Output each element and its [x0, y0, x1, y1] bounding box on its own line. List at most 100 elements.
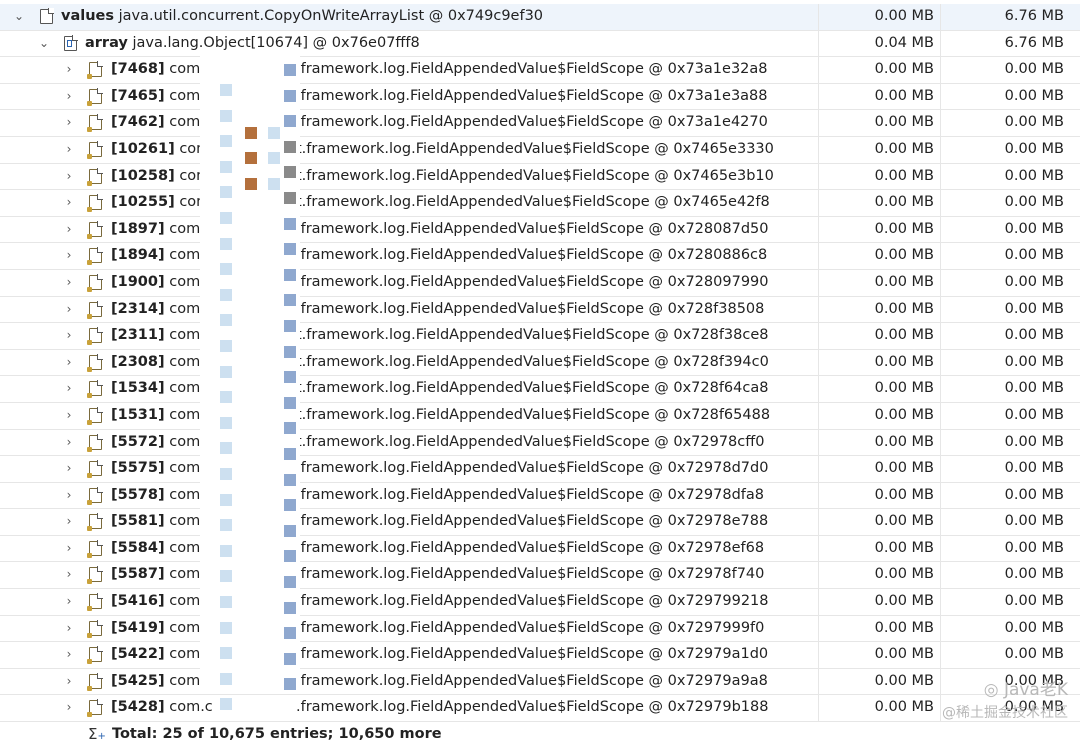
tree-row-entry[interactable]: › [5584] com.c .framework.log.FieldAppende…: [0, 535, 1080, 563]
tree-row-entry[interactable]: ›[10255] com.ct.framework.log.FieldAppen…: [0, 190, 1080, 217]
chevron-right-icon[interactable]: ›: [62, 217, 76, 243]
tree-row-entry[interactable]: › [5419] com.ct .framework.log.FieldAppend…: [0, 615, 1080, 643]
chevron-right-icon[interactable]: ›: [62, 403, 76, 429]
redaction-pixel: [284, 652, 296, 665]
redaction-pixel: [220, 672, 232, 685]
redaction-pixel: [284, 243, 296, 256]
object-file-icon: [87, 539, 103, 558]
retained-heap-cell: 0.00 MB: [940, 110, 1070, 136]
chevron-right-icon[interactable]: ›: [62, 430, 76, 456]
entry-class: .framework.log.FieldAppendedValue$FieldS…: [296, 619, 765, 636]
chevron-right-icon[interactable]: ›: [62, 243, 76, 269]
chevron-right-icon[interactable]: ›: [62, 350, 76, 376]
redaction-pixel: [284, 448, 296, 460]
chevron-right-icon[interactable]: ›: [62, 110, 76, 136]
object-file-icon: [87, 114, 103, 133]
redaction-pixel: [220, 84, 232, 96]
redaction-pixel: [284, 678, 296, 691]
tree-row-entry[interactable]: › [2314] com.c .framework.log.FieldAppende…: [0, 296, 1080, 324]
entry-class: t.framework.log.FieldAppendedValue$Field…: [296, 353, 769, 370]
entry-class: .framework.log.FieldAppendedValue$FieldS…: [296, 646, 769, 663]
name-cell: › [7462] com .framework.log.FieldAppendedV…: [0, 110, 818, 136]
name-cell: › [1531] com t.framework.log.FieldAppended…: [0, 403, 818, 429]
shallow-heap-cell: 0.00 MB: [818, 243, 940, 269]
tree-row-entry[interactable]: › [1894] com.c .framework.log.FieldAppende…: [0, 243, 1080, 270]
entry-class: t.framework.log.FieldAppendedValue$Field…: [296, 327, 769, 344]
tree-row-entry[interactable]: › [5572] com.c t.framework.log.FieldAppend…: [0, 429, 1080, 457]
chevron-right-icon[interactable]: ›: [62, 483, 76, 509]
tree-row-entry[interactable]: › [7468] com .framework.log.FieldAppendedV…: [0, 57, 1080, 84]
entry-index: [1897]: [111, 220, 165, 237]
row-text: [2314] com.c: [111, 297, 213, 323]
shallow-heap-cell: 0.00 MB: [818, 642, 940, 668]
object-file-icon: [87, 433, 103, 452]
chevron-right-icon[interactable]: ›: [62, 376, 76, 402]
chevron-right-icon[interactable]: ›: [62, 589, 76, 615]
tree-row-entry[interactable]: › [1531] com t.framework.log.FieldAppended…: [0, 402, 1080, 430]
shallow-heap-cell: 0.00 MB: [818, 456, 940, 482]
tree-row-entry[interactable]: › [2308] com.c t.framework.log.FieldAppend…: [0, 349, 1080, 377]
chevron-right-icon[interactable]: ›: [62, 562, 76, 588]
chevron-right-icon[interactable]: ›: [62, 536, 76, 562]
chevron-right-icon[interactable]: ›: [62, 456, 76, 482]
tree-row-entry[interactable]: › [5578] com.c .framework.log.FieldAppende…: [0, 482, 1080, 510]
tree-row-entry[interactable]: › [5428] com.c .framework.log.FieldAppende…: [0, 695, 1080, 723]
name-cell: › [5584] com.c .framework.log.FieldAppende…: [0, 536, 818, 562]
shallow-heap-cell: 0.00 MB: [818, 615, 940, 642]
chevron-right-icon[interactable]: ›: [62, 323, 76, 349]
tree-row-entry[interactable]: › [10261] com. t.framework.log.FieldAppend…: [0, 136, 1080, 164]
redaction-pixel: [284, 371, 296, 384]
name-cell: ›[10255] com.ct.framework.log.FieldAppen…: [0, 190, 818, 216]
tree-row-entry[interactable]: › [7465] com. .framework.log.FieldAppended…: [0, 83, 1080, 111]
object-file-icon: [87, 273, 103, 292]
tree-row-entry[interactable]: › [5425] com. .framework.log.FieldAppended…: [0, 668, 1080, 696]
tree-row-entry[interactable]: › [5587] com.c .framework.log.FieldAppende…: [0, 562, 1080, 590]
chevron-right-icon[interactable]: ›: [62, 164, 76, 190]
retained-heap-cell: 0.00 MB: [940, 456, 1070, 482]
tree-row-entry[interactable]: › [5416] com.c .framework.log.FieldAppende…: [0, 589, 1080, 616]
retained-heap-cell: 0.00 MB: [940, 57, 1070, 83]
row-text: [2311] com.c: [111, 323, 213, 349]
chevron-right-icon[interactable]: ›: [62, 669, 76, 695]
retained-heap-cell: 0.00 MB: [940, 323, 1070, 349]
name-cell: › [2314] com.c .framework.log.FieldAppende…: [0, 297, 818, 323]
chevron-right-icon[interactable]: ›: [62, 695, 76, 721]
chevron-right-icon[interactable]: ›: [62, 84, 76, 110]
chevron-right-icon[interactable]: ›: [62, 642, 76, 668]
chevron-right-icon[interactable]: ›: [62, 509, 76, 535]
retained-heap-cell: 0.00 MB: [940, 615, 1070, 642]
tree-row-entry[interactable]: › [5581] com.c .framework.log.FieldAppende…: [0, 509, 1080, 536]
tree-row-array[interactable]: ⌄ array java.lang.Object[10674] @ 0x76e0…: [0, 30, 1080, 58]
shallow-heap-cell: 0.00 MB: [818, 402, 940, 429]
entry-class: t.framework.log.FieldAppendedValue$Field…: [296, 194, 770, 211]
watermark-source: @稀土掘金技术社区: [942, 705, 1068, 721]
redaction-pixel: [220, 493, 232, 506]
retained-heap-cell: 0.00 MB: [940, 216, 1070, 243]
redaction-pixel: [284, 550, 296, 563]
tree-row-entry[interactable]: › [5422] com.c .framework.log.FieldAppende…: [0, 642, 1080, 669]
entry-class: .framework.log.FieldAppendedValue$FieldS…: [296, 247, 768, 264]
chevron-right-icon[interactable]: ›: [62, 137, 76, 163]
row-text: [1897] com.c: [111, 217, 213, 243]
chevron-right-icon[interactable]: ›: [62, 297, 76, 323]
row-text: [5575] com.c: [111, 456, 213, 482]
chevron-right-icon[interactable]: ›: [62, 190, 76, 216]
tree-row-entry[interactable]: › [5575] com.c .framework.log.FieldAppende…: [0, 456, 1080, 483]
redaction-pixel: [220, 237, 232, 250]
tree-row-entry[interactable]: › [1900] com.c .framework.log.FieldAppende…: [0, 269, 1080, 297]
tree-row-entry[interactable]: › [2311] com.c t.framework.log.FieldAppend…: [0, 323, 1080, 350]
tree-row-entry[interactable]: › [7462] com .framework.log.FieldAppendedV…: [0, 110, 1080, 137]
tree-row-entry[interactable]: › [1534] com.c t.framework.log.FieldAppend…: [0, 376, 1080, 403]
redaction-pixel: [220, 442, 232, 455]
retained-heap-cell: 0.00 MB: [940, 509, 1070, 535]
redaction-pixel: [220, 391, 232, 404]
tree-row-entry[interactable]: ›[10258] com.ct.framework.log.FieldAppen…: [0, 163, 1080, 191]
tree-row-values[interactable]: ⌄ values java.util.concurrent.CopyOnWrit…: [0, 4, 1080, 31]
chevron-right-icon[interactable]: ›: [62, 57, 76, 83]
redaction-pixel: [245, 126, 257, 139]
chevron-right-icon[interactable]: ›: [62, 270, 76, 296]
chevron-right-icon[interactable]: ›: [62, 616, 76, 642]
tree-row-entry[interactable]: › [1897] com.c .framework.log.FieldAppende…: [0, 216, 1080, 244]
chevron-down-icon[interactable]: ⌄: [12, 4, 26, 30]
chevron-down-icon[interactable]: ⌄: [37, 31, 51, 57]
